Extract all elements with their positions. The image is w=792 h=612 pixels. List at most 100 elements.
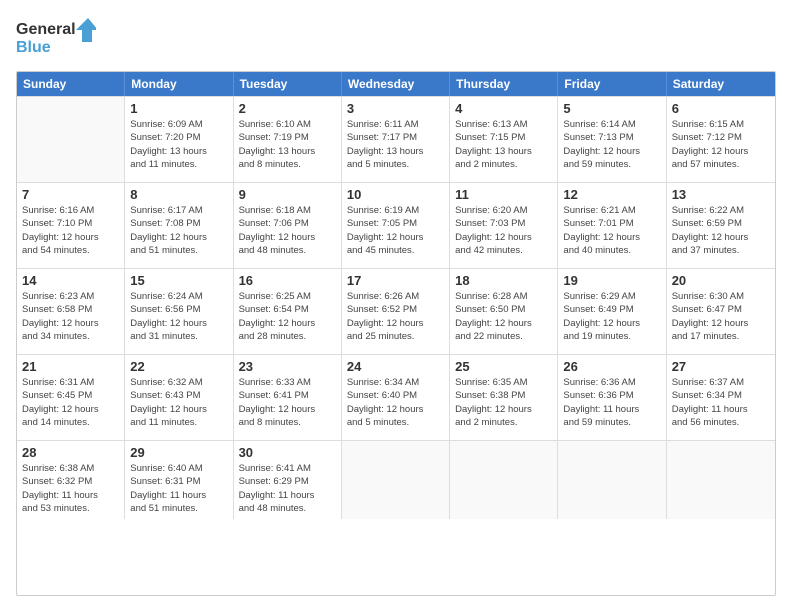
day-info: Sunrise: 6:10 AMSunset: 7:19 PMDaylight:… [239, 118, 336, 171]
day-number: 22 [130, 359, 227, 374]
svg-text:General: General [16, 21, 76, 38]
day-info: Sunrise: 6:32 AMSunset: 6:43 PMDaylight:… [130, 376, 227, 429]
day-number: 25 [455, 359, 552, 374]
day-info: Sunrise: 6:24 AMSunset: 6:56 PMDaylight:… [130, 290, 227, 343]
header-day-saturday: Saturday [667, 72, 775, 96]
day-number: 1 [130, 101, 227, 116]
day-number: 21 [22, 359, 119, 374]
day-cell-15: 15 Sunrise: 6:24 AMSunset: 6:56 PMDayligh… [125, 269, 233, 354]
calendar-header: SundayMondayTuesdayWednesdayThursdayFrid… [17, 72, 775, 96]
day-cell-18: 18 Sunrise: 6:28 AMSunset: 6:50 PMDayligh… [450, 269, 558, 354]
calendar-row-3: 14 Sunrise: 6:23 AMSunset: 6:58 PMDayligh… [17, 268, 775, 354]
day-number: 15 [130, 273, 227, 288]
day-number: 20 [672, 273, 770, 288]
day-info: Sunrise: 6:23 AMSunset: 6:58 PMDaylight:… [22, 290, 119, 343]
calendar-row-2: 7 Sunrise: 6:16 AMSunset: 7:10 PMDaylight… [17, 182, 775, 268]
day-cell-4: 4 Sunrise: 6:13 AMSunset: 7:15 PMDaylight… [450, 97, 558, 182]
day-number: 14 [22, 273, 119, 288]
day-number: 30 [239, 445, 336, 460]
day-cell-12: 12Sunrise: 6:21 AMSunset: 7:01 PMDayligh… [558, 183, 666, 268]
day-info: Sunrise: 6:35 AMSunset: 6:38 PMDaylight:… [455, 376, 552, 429]
day-cell-17: 17 Sunrise: 6:26 AMSunset: 6:52 PMDayligh… [342, 269, 450, 354]
day-cell-7: 7 Sunrise: 6:16 AMSunset: 7:10 PMDaylight… [17, 183, 125, 268]
day-number: 9 [239, 187, 336, 202]
day-cell-8: 8Sunrise: 6:17 AMSunset: 7:08 PMDaylight… [125, 183, 233, 268]
day-cell-11: 11 Sunrise: 6:20 AMSunset: 7:03 PMDayligh… [450, 183, 558, 268]
empty-cell [667, 441, 775, 519]
day-info: Sunrise: 6:25 AMSunset: 6:54 PMDaylight:… [239, 290, 336, 343]
day-info: Sunrise: 6:09 AMSunset: 7:20 PMDaylight:… [130, 118, 227, 171]
day-number: 18 [455, 273, 552, 288]
day-number: 19 [563, 273, 660, 288]
page-header: General Blue [16, 16, 776, 61]
day-info: Sunrise: 6:28 AMSunset: 6:50 PMDaylight:… [455, 290, 552, 343]
day-cell-5: 5 Sunrise: 6:14 AMSunset: 7:13 PMDaylight… [558, 97, 666, 182]
empty-cell [450, 441, 558, 519]
day-info: Sunrise: 6:13 AMSunset: 7:15 PMDaylight:… [455, 118, 552, 171]
calendar-row-5: 28 Sunrise: 6:38 AMSunset: 6:32 PMDayligh… [17, 440, 775, 519]
day-cell-29: 29Sunrise: 6:40 AMSunset: 6:31 PMDayligh… [125, 441, 233, 519]
day-cell-28: 28 Sunrise: 6:38 AMSunset: 6:32 PMDayligh… [17, 441, 125, 519]
day-cell-16: 16 Sunrise: 6:25 AMSunset: 6:54 PMDayligh… [234, 269, 342, 354]
day-number: 28 [22, 445, 119, 460]
day-info: Sunrise: 6:11 AMSunset: 7:17 PMDaylight:… [347, 118, 444, 171]
day-info: Sunrise: 6:22 AMSunset: 6:59 PMDaylight:… [672, 204, 770, 257]
day-info: Sunrise: 6:31 AMSunset: 6:45 PMDaylight:… [22, 376, 119, 429]
day-cell-3: 3Sunrise: 6:11 AMSunset: 7:17 PMDaylight… [342, 97, 450, 182]
day-cell-10: 10 Sunrise: 6:19 AMSunset: 7:05 PMDayligh… [342, 183, 450, 268]
day-number: 2 [239, 101, 336, 116]
header-day-sunday: Sunday [17, 72, 125, 96]
day-cell-22: 22 Sunrise: 6:32 AMSunset: 6:43 PMDayligh… [125, 355, 233, 440]
logo: General Blue [16, 16, 96, 61]
day-number: 13 [672, 187, 770, 202]
calendar: SundayMondayTuesdayWednesdayThursdayFrid… [16, 71, 776, 596]
day-number: 6 [672, 101, 770, 116]
day-number: 29 [130, 445, 227, 460]
day-cell-24: 24 Sunrise: 6:34 AMSunset: 6:40 PMDayligh… [342, 355, 450, 440]
day-number: 11 [455, 187, 552, 202]
logo-svg: General Blue [16, 16, 96, 61]
calendar-body: 1 Sunrise: 6:09 AMSunset: 7:20 PMDaylight… [17, 96, 775, 519]
day-info: Sunrise: 6:26 AMSunset: 6:52 PMDaylight:… [347, 290, 444, 343]
day-cell-13: 13 Sunrise: 6:22 AMSunset: 6:59 PMDayligh… [667, 183, 775, 268]
day-number: 10 [347, 187, 444, 202]
day-number: 12 [563, 187, 660, 202]
day-info: Sunrise: 6:20 AMSunset: 7:03 PMDaylight:… [455, 204, 552, 257]
day-info: Sunrise: 6:14 AMSunset: 7:13 PMDaylight:… [563, 118, 660, 171]
day-info: Sunrise: 6:19 AMSunset: 7:05 PMDaylight:… [347, 204, 444, 257]
day-info: Sunrise: 6:29 AMSunset: 6:49 PMDaylight:… [563, 290, 660, 343]
header-day-tuesday: Tuesday [234, 72, 342, 96]
day-cell-23: 23 Sunrise: 6:33 AMSunset: 6:41 PMDayligh… [234, 355, 342, 440]
day-info: Sunrise: 6:36 AMSunset: 6:36 PMDaylight:… [563, 376, 660, 429]
day-info: Sunrise: 6:37 AMSunset: 6:34 PMDaylight:… [672, 376, 770, 429]
day-number: 27 [672, 359, 770, 374]
empty-cell [558, 441, 666, 519]
header-day-thursday: Thursday [450, 72, 558, 96]
day-info: Sunrise: 6:15 AMSunset: 7:12 PMDaylight:… [672, 118, 770, 171]
day-cell-27: 27 Sunrise: 6:37 AMSunset: 6:34 PMDayligh… [667, 355, 775, 440]
day-number: 4 [455, 101, 552, 116]
day-cell-9: 9Sunrise: 6:18 AMSunset: 7:06 PMDaylight… [234, 183, 342, 268]
day-number: 23 [239, 359, 336, 374]
day-number: 17 [347, 273, 444, 288]
day-number: 24 [347, 359, 444, 374]
day-info: Sunrise: 6:30 AMSunset: 6:47 PMDaylight:… [672, 290, 770, 343]
empty-cell [342, 441, 450, 519]
day-number: 8 [130, 187, 227, 202]
day-number: 5 [563, 101, 660, 116]
day-cell-6: 6 Sunrise: 6:15 AMSunset: 7:12 PMDaylight… [667, 97, 775, 182]
day-cell-30: 30 Sunrise: 6:41 AMSunset: 6:29 PMDayligh… [234, 441, 342, 519]
day-info: Sunrise: 6:38 AMSunset: 6:32 PMDaylight:… [22, 462, 119, 515]
day-cell-25: 25 Sunrise: 6:35 AMSunset: 6:38 PMDayligh… [450, 355, 558, 440]
day-info: Sunrise: 6:16 AMSunset: 7:10 PMDaylight:… [22, 204, 119, 257]
day-info: Sunrise: 6:33 AMSunset: 6:41 PMDaylight:… [239, 376, 336, 429]
day-cell-14: 14 Sunrise: 6:23 AMSunset: 6:58 PMDayligh… [17, 269, 125, 354]
svg-text:Blue: Blue [16, 39, 51, 56]
day-info: Sunrise: 6:34 AMSunset: 6:40 PMDaylight:… [347, 376, 444, 429]
day-cell-19: 19 Sunrise: 6:29 AMSunset: 6:49 PMDayligh… [558, 269, 666, 354]
day-cell-20: 20 Sunrise: 6:30 AMSunset: 6:47 PMDayligh… [667, 269, 775, 354]
day-number: 16 [239, 273, 336, 288]
day-info: Sunrise: 6:41 AMSunset: 6:29 PMDaylight:… [239, 462, 336, 515]
day-cell-2: 2 Sunrise: 6:10 AMSunset: 7:19 PMDaylight… [234, 97, 342, 182]
day-number: 7 [22, 187, 119, 202]
